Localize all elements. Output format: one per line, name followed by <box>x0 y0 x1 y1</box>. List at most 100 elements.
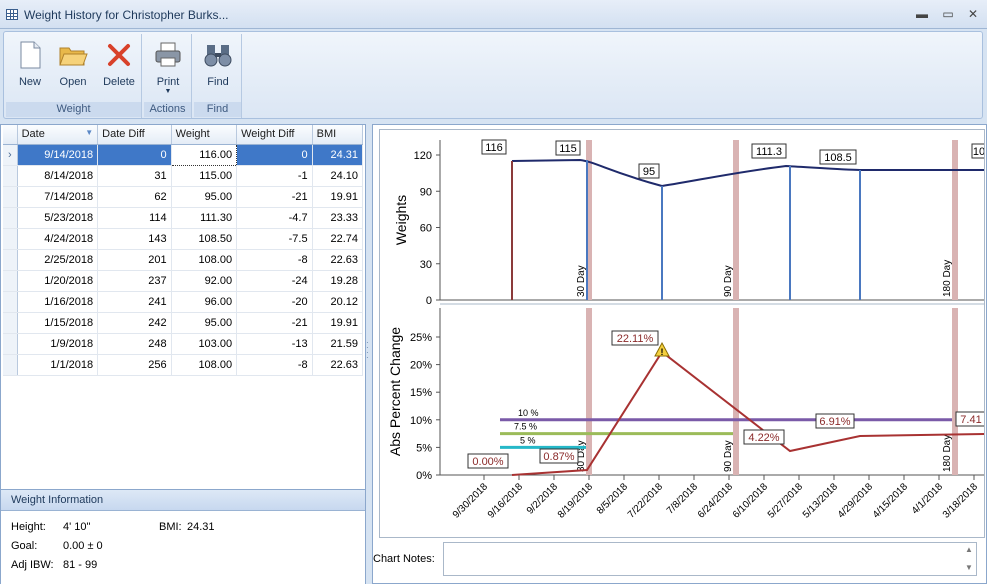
column-header-weight-diff[interactable]: Weight Diff <box>236 125 313 145</box>
weight-diff-cell[interactable]: -21 <box>236 312 313 334</box>
splitter-handle[interactable]: · · · · <box>366 339 370 362</box>
date-cell[interactable]: 9/14/2018 <box>17 144 99 166</box>
print-button[interactable]: Print ▼ <box>148 38 188 98</box>
delete-button[interactable]: Delete <box>99 38 139 98</box>
new-button[interactable]: New <box>10 38 50 98</box>
table-row[interactable]: 8/14/2018 31 115.00 -1 24.10 <box>3 165 364 187</box>
table-row[interactable]: 1/15/2018 242 95.00 -21 19.91 <box>3 312 364 334</box>
weight-diff-cell[interactable]: -1 <box>236 165 313 187</box>
date-cell[interactable]: 1/1/2018 <box>17 354 99 376</box>
weight-cell[interactable]: 108.00 <box>171 354 238 376</box>
weight-cell[interactable]: 96.00 <box>171 291 238 313</box>
table-row[interactable]: 1/20/2018 237 92.00 -24 19.28 <box>3 270 364 292</box>
bmi-cell[interactable]: 24.31 <box>312 144 364 166</box>
bmi-cell[interactable]: 19.91 <box>312 312 364 334</box>
row-selector[interactable] <box>3 228 18 250</box>
current-row-indicator-icon[interactable]: › <box>3 144 18 166</box>
date-diff-cell[interactable]: 62 <box>97 186 172 208</box>
date-cell[interactable]: 8/14/2018 <box>17 165 99 187</box>
weight-cell[interactable]: 111.30 <box>171 207 238 229</box>
weight-cell[interactable]: 95.00 <box>171 186 238 208</box>
table-row[interactable]: 4/24/2018 143 108.50 -7.5 22.74 <box>3 228 364 250</box>
row-selector[interactable] <box>3 333 18 355</box>
row-selector[interactable] <box>3 165 18 187</box>
weight-cell[interactable]: 95.00 <box>171 312 238 334</box>
weight-diff-cell[interactable]: -4.7 <box>236 207 313 229</box>
x-tick-label: 5/27/2018 <box>766 481 806 521</box>
date-cell[interactable]: 5/23/2018 <box>17 207 99 229</box>
date-diff-cell[interactable]: 237 <box>97 270 172 292</box>
ribbon-group-weight: New Open Delete Weight <box>6 34 142 118</box>
table-row[interactable]: 1/1/2018 256 108.00 -8 22.63 <box>3 354 364 376</box>
column-header-date[interactable]: Date ▼ <box>17 125 99 145</box>
date-diff-cell[interactable]: 143 <box>97 228 172 250</box>
date-diff-cell[interactable]: 248 <box>97 333 172 355</box>
weight-diff-cell[interactable]: -24 <box>236 270 313 292</box>
x-tick-label: 4/15/2018 <box>871 481 911 521</box>
scroll-down-icon[interactable]: ▼ <box>964 563 974 573</box>
column-header-weight[interactable]: Weight <box>171 125 238 145</box>
close-button[interactable]: ✕ <box>964 6 982 22</box>
date-cell[interactable]: 1/15/2018 <box>17 312 99 334</box>
bmi-cell[interactable]: 22.74 <box>312 228 364 250</box>
row-selector[interactable] <box>3 207 18 229</box>
table-row[interactable]: 1/16/2018 241 96.00 -20 20.12 <box>3 291 364 313</box>
open-folder-icon <box>58 40 88 70</box>
bmi-cell[interactable]: 21.59 <box>312 333 364 355</box>
x-tick-label: 6/24/2018 <box>696 481 736 521</box>
weight-diff-cell[interactable]: -21 <box>236 186 313 208</box>
date-cell[interactable]: 2/25/2018 <box>17 249 99 271</box>
weight-diff-cell[interactable]: -13 <box>236 333 313 355</box>
row-selector[interactable] <box>3 249 18 271</box>
weight-diff-cell[interactable]: -8 <box>236 249 313 271</box>
open-button[interactable]: Open <box>53 38 93 98</box>
row-selector[interactable] <box>3 312 18 334</box>
table-row[interactable]: 7/14/2018 62 95.00 -21 19.91 <box>3 186 364 208</box>
weight-cell[interactable]: 92.00 <box>171 270 238 292</box>
weight-diff-cell[interactable]: -20 <box>236 291 313 313</box>
table-row[interactable]: 1/9/2018 248 103.00 -13 21.59 <box>3 333 364 355</box>
date-diff-cell[interactable]: 0 <box>97 144 172 166</box>
date-diff-cell[interactable]: 114 <box>97 207 172 229</box>
weight-cell[interactable]: 116.00 <box>170 143 238 166</box>
weight-cell[interactable]: 103.00 <box>171 333 238 355</box>
column-header-bmi[interactable]: BMI <box>312 125 364 145</box>
bmi-cell[interactable]: 19.91 <box>312 186 364 208</box>
weight-diff-cell[interactable]: -8 <box>236 354 313 376</box>
maximize-button[interactable]: ▭ <box>939 6 957 22</box>
weight-diff-cell[interactable]: 0 <box>236 144 313 166</box>
row-selector[interactable] <box>3 186 18 208</box>
date-cell[interactable]: 7/14/2018 <box>17 186 99 208</box>
row-selector[interactable] <box>3 354 18 376</box>
row-selector[interactable] <box>3 291 18 313</box>
find-button[interactable]: Find <box>198 38 238 98</box>
table-row[interactable]: 5/23/2018 114 111.30 -4.7 23.33 <box>3 207 364 229</box>
weight-cell[interactable]: 108.00 <box>171 249 238 271</box>
column-header-date-diff[interactable]: Date Diff <box>97 125 172 145</box>
date-diff-cell[interactable]: 242 <box>97 312 172 334</box>
date-diff-cell[interactable]: 31 <box>97 165 172 187</box>
bmi-cell[interactable]: 23.33 <box>312 207 364 229</box>
row-selector[interactable] <box>3 270 18 292</box>
date-cell[interactable]: 1/16/2018 <box>17 291 99 313</box>
bmi-cell[interactable]: 24.10 <box>312 165 364 187</box>
date-diff-cell[interactable]: 256 <box>97 354 172 376</box>
bmi-cell[interactable]: 20.12 <box>312 291 364 313</box>
date-diff-cell[interactable]: 241 <box>97 291 172 313</box>
date-cell[interactable]: 1/9/2018 <box>17 333 99 355</box>
weight-diff-cell[interactable]: -7.5 <box>236 228 313 250</box>
weight-cell[interactable]: 108.50 <box>171 228 238 250</box>
bmi-cell[interactable]: 22.63 <box>312 249 364 271</box>
row-selector-header <box>3 125 18 145</box>
scroll-up-icon[interactable]: ▲ <box>964 545 974 555</box>
table-row[interactable]: › 9/14/2018 0 116.00 0 24.31 <box>3 143 364 166</box>
chart-notes-input[interactable]: ▲ ▼ <box>443 542 977 576</box>
date-diff-cell[interactable]: 201 <box>97 249 172 271</box>
bmi-cell[interactable]: 19.28 <box>312 270 364 292</box>
table-row[interactable]: 2/25/2018 201 108.00 -8 22.63 <box>3 249 364 271</box>
minimize-button[interactable]: ▬ <box>913 6 931 22</box>
weight-cell[interactable]: 115.00 <box>171 165 238 187</box>
date-cell[interactable]: 1/20/2018 <box>17 270 99 292</box>
date-cell[interactable]: 4/24/2018 <box>17 228 99 250</box>
bmi-cell[interactable]: 22.63 <box>312 354 364 376</box>
